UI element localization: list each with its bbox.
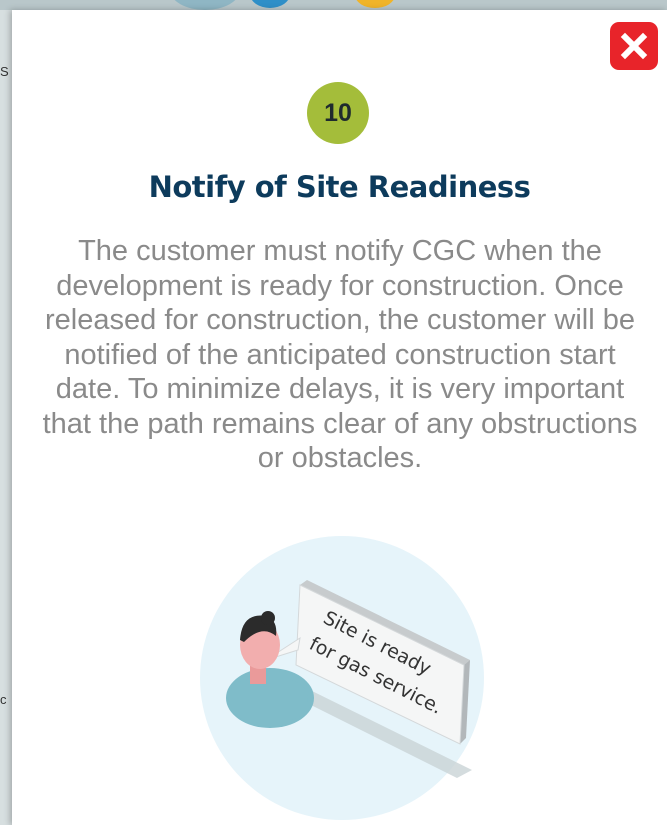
step-modal: 10 Notify of Site Readiness The customer… <box>12 10 667 825</box>
modal-description: The customer must notify CGC when the de… <box>42 235 638 474</box>
modal-title: Notify of Site Readiness <box>148 170 531 204</box>
background-letter: c <box>0 692 7 707</box>
background-header <box>0 0 667 10</box>
site-readiness-illustration: Site is ready for gas service. <box>200 536 484 820</box>
background-letter: S <box>0 64 9 79</box>
close-icon <box>620 32 648 60</box>
close-button[interactable] <box>610 22 658 70</box>
step-number-badge: 10 <box>307 82 369 144</box>
